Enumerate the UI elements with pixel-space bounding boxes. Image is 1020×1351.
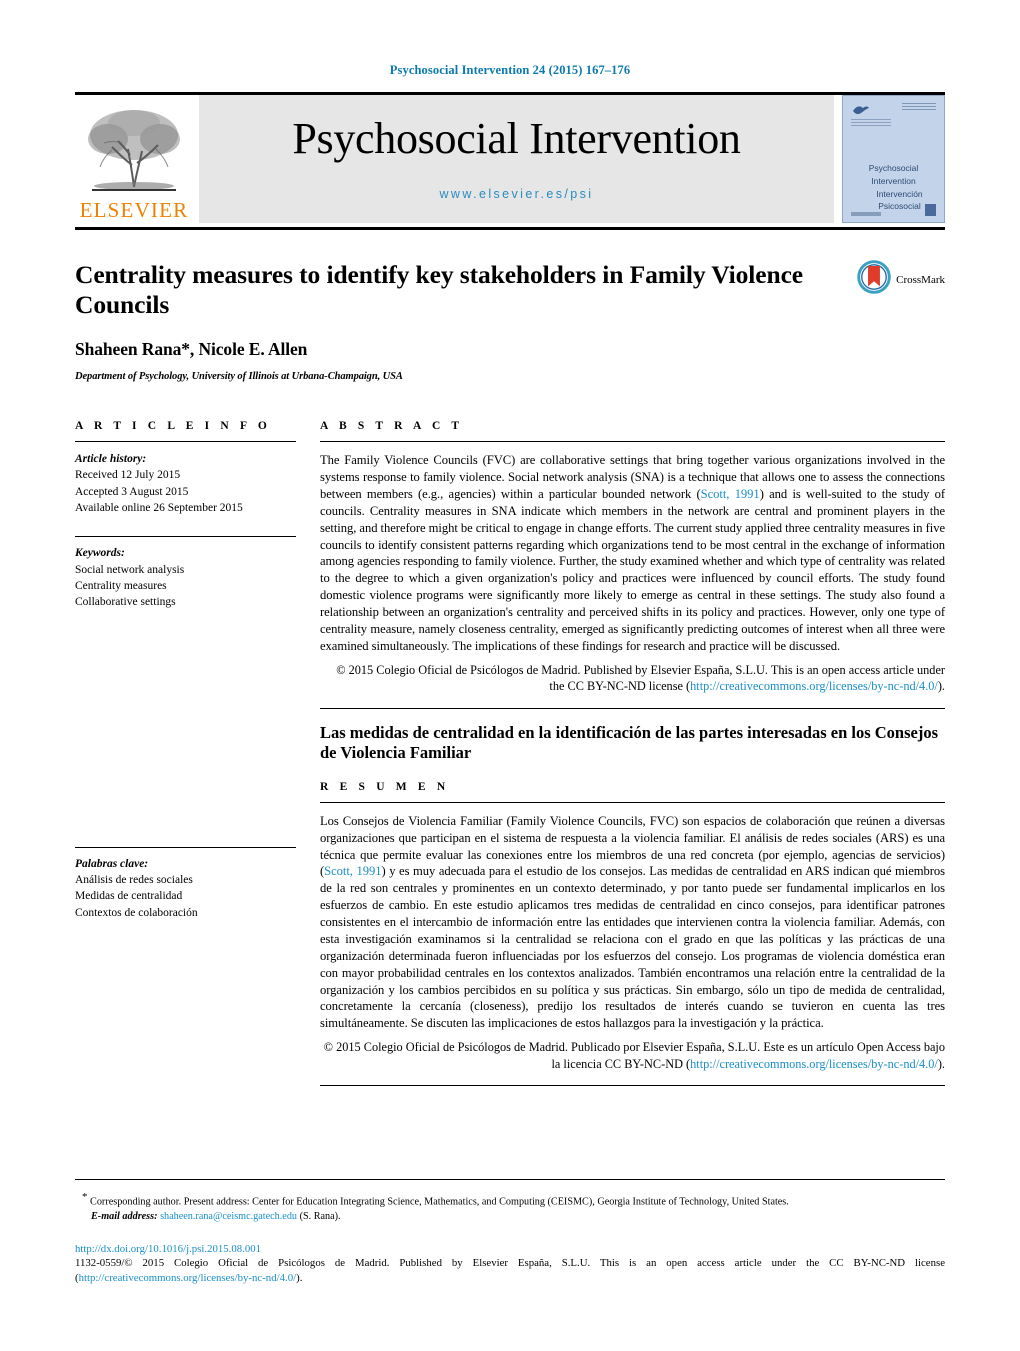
keyword-item: Social network analysis bbox=[75, 563, 185, 576]
keyword-item: Centrality measures bbox=[75, 580, 167, 593]
affiliation: Department of Psychology, University of … bbox=[75, 371, 403, 383]
journal-masthead: ELSEVIER Psychosocial Intervention www.e… bbox=[75, 92, 945, 223]
journal-cover-thumbnail: Psychosocial Intervention Intervención P… bbox=[842, 95, 945, 223]
running-head: Psychosocial Intervention 24 (2015) 167–… bbox=[389, 63, 631, 77]
elsevier-tree-icon bbox=[82, 105, 186, 201]
keywords-es-label: Palabras clave: bbox=[75, 857, 149, 870]
title-block: Centrality measures to identify key stak… bbox=[75, 260, 945, 382]
article-history-group: Article history: Received 12 July 2015 A… bbox=[75, 451, 296, 516]
resumen-rule bbox=[320, 801, 945, 803]
resumen-heading: R E S U M E N bbox=[320, 780, 450, 793]
issn-copyright-line: 1132-0559/© 2015 Colegio Oficial de Psic… bbox=[75, 1256, 945, 1287]
abstract-heading: A B S T R A C T bbox=[320, 420, 464, 433]
spanish-title: Las medidas de centralidad en la identif… bbox=[320, 722, 939, 763]
citation-link-scott[interactable]: Scott, 1991 bbox=[701, 487, 760, 501]
doi-line[interactable]: http://dx.doi.org/10.1016/j.psi.2015.08.… bbox=[75, 1243, 945, 1255]
author-names: Shaheen Rana*, Nicole E. Allen bbox=[75, 339, 308, 360]
copyright-es: © 2015 Colegio Oficial de Psicólogos de … bbox=[320, 1039, 945, 1072]
issn-suffix: ). bbox=[296, 1272, 303, 1285]
citation-link-scott-es[interactable]: Scott, 1991 bbox=[324, 864, 381, 878]
page-title: Centrality measures to identify key stak… bbox=[75, 260, 804, 320]
keywords-group: Keywords: Social network analysis Centra… bbox=[75, 536, 296, 610]
masthead-bottom-rule bbox=[75, 227, 945, 230]
cover-subheader-lines bbox=[851, 119, 891, 128]
article-history-available: Available online 26 September 2015 bbox=[75, 502, 243, 515]
copyright-en: © 2015 Colegio Oficial de Psicólogos de … bbox=[320, 662, 945, 695]
cover-header-lines bbox=[902, 103, 936, 112]
article-info-heading: A R T I C L E I N F O bbox=[75, 420, 271, 433]
article-info-rule bbox=[75, 441, 296, 443]
cover-title-en: Psychosocial Intervention bbox=[868, 163, 919, 186]
elsevier-wordmark: ELSEVIER bbox=[79, 198, 189, 222]
cover-footer-mark bbox=[851, 212, 881, 216]
article-history-received: Received 12 July 2015 bbox=[75, 469, 181, 482]
copyright-es-suffix: ). bbox=[937, 1056, 945, 1071]
abstract-rule bbox=[320, 441, 945, 443]
crossmark-badge[interactable]: CrossMark bbox=[857, 260, 945, 299]
article-info-column: A R T I C L E I N F O Article history: R… bbox=[75, 420, 320, 921]
article-history-accepted: Accepted 3 August 2015 bbox=[75, 485, 189, 498]
article-history-label: Article history: bbox=[75, 453, 147, 466]
license-link-es[interactable]: http://creativecommons.org/licenses/by-n… bbox=[690, 1057, 938, 1071]
abstract-text-en: The Family Violence Councils (FVC) are c… bbox=[320, 452, 945, 655]
keyword-es-item: Contextos de colaboración bbox=[75, 906, 198, 919]
crossmark-label: CrossMark bbox=[896, 273, 945, 286]
copyright-en-suffix: ). bbox=[937, 679, 945, 694]
corresponding-author-footnote: * Corresponding author. Present address:… bbox=[75, 1190, 945, 1225]
email-label: E-mail address: bbox=[91, 1210, 158, 1222]
journal-title: Psychosocial Intervention bbox=[292, 114, 741, 163]
abstract-es-part2: ) y es muy adecuada para el estudio de l… bbox=[320, 864, 946, 1031]
keywords-es-rule bbox=[75, 846, 296, 848]
license-link-footer[interactable]: http://creativecommons.org/licenses/by-n… bbox=[79, 1272, 297, 1284]
resumen-end-rule bbox=[320, 1085, 945, 1087]
abstract-end-rule bbox=[320, 707, 945, 709]
keyword-item: Collaborative settings bbox=[75, 596, 176, 609]
email-suffix: (S. Rana). bbox=[299, 1210, 341, 1222]
journal-article-first-page: Psychosocial Intervention 24 (2015) 167–… bbox=[0, 0, 1020, 1351]
journal-bird-icon bbox=[851, 103, 871, 115]
keyword-es-item: Análisis de redes sociales bbox=[75, 874, 193, 887]
corresponding-author-text: Corresponding author. Present address: C… bbox=[90, 1196, 789, 1208]
keyword-es-item: Medidas de centralidad bbox=[75, 890, 183, 903]
journal-homepage-link[interactable]: www.elsevier.es/psi bbox=[440, 187, 594, 201]
abstract-en-part2: ) and is well-suited to the study of cou… bbox=[320, 486, 945, 653]
footnote-marker: * bbox=[82, 1190, 88, 1203]
page-footer: * Corresponding author. Present address:… bbox=[75, 1178, 945, 1287]
cover-publisher-emblem bbox=[925, 204, 936, 216]
elsevier-logo: ELSEVIER bbox=[75, 95, 193, 223]
keywords-label: Keywords: bbox=[75, 547, 125, 560]
doi-link[interactable]: http://dx.doi.org/10.1016/j.psi.2015.08.… bbox=[75, 1243, 261, 1255]
author-list: Shaheen Rana*, Nicole E. Allen bbox=[75, 339, 825, 360]
crossmark-icon bbox=[857, 260, 891, 299]
keywords-rule bbox=[75, 536, 296, 538]
abstract-columns: A R T I C L E I N F O Article history: R… bbox=[75, 420, 945, 1087]
footer-rule bbox=[75, 1178, 945, 1180]
email-link[interactable]: shaheen.rana@ceismc.gatech.edu bbox=[160, 1211, 297, 1222]
keywords-es-group: Palabras clave: Análisis de redes social… bbox=[75, 846, 296, 921]
journal-title-banner: Psychosocial Intervention www.elsevier.e… bbox=[199, 95, 834, 223]
abstract-text-es: Los Consejos de Violencia Familiar (Fami… bbox=[320, 813, 945, 1032]
abstract-column: A B S T R A C T The Family Violence Coun… bbox=[320, 420, 945, 1087]
license-link-en[interactable]: http://creativecommons.org/licenses/by-n… bbox=[690, 679, 938, 693]
